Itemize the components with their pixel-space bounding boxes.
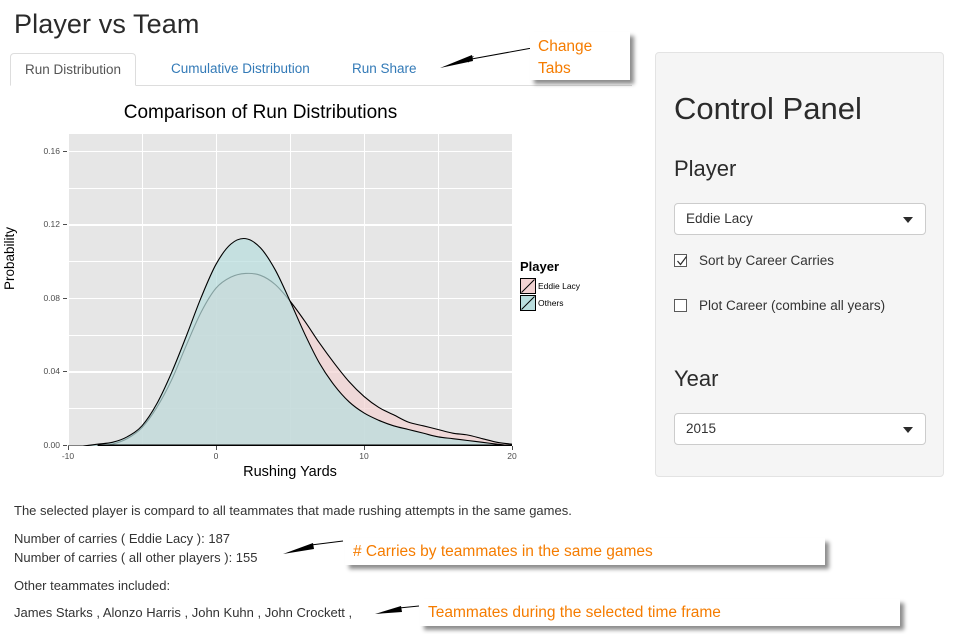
- annotation-arrow-icon: [440, 48, 533, 68]
- year-select-value: 2015: [686, 421, 717, 436]
- annotation-arrow-icon: [375, 605, 420, 614]
- run-distribution-chart: Comparison of Run Distributions 0.00 0.0…: [2, 96, 640, 491]
- y-axis-title: Probability: [2, 226, 17, 290]
- x-tick-label: -10: [61, 451, 75, 461]
- sort-by-career-carries-label: Sort by Career Carries: [699, 253, 835, 268]
- legend-item: Others: [520, 294, 638, 311]
- plot-career-label: Plot Career (combine all years): [699, 298, 886, 313]
- legend-title: Player: [520, 259, 560, 274]
- density-area-others: [68, 238, 512, 446]
- legend-item: Eddie Lacy: [520, 277, 638, 294]
- annotation-change-tabs: Change Tabs: [530, 32, 630, 80]
- page-title: Player vs Team: [14, 9, 200, 39]
- x-tick-label: 10: [359, 451, 369, 461]
- sort-by-career-carries-checkbox[interactable]: [674, 254, 687, 267]
- year-select[interactable]: 2015: [674, 413, 926, 445]
- sort-by-career-carries-row[interactable]: Sort by Career Carries: [674, 253, 834, 268]
- legend-swatch-others: [520, 294, 536, 311]
- y-tick-label: 0.04: [43, 366, 60, 377]
- chart-plot-panel: [68, 134, 514, 446]
- x-tick-label: 0: [213, 451, 219, 461]
- other-teammates-label: Other teammates included:: [14, 578, 171, 593]
- control-panel-title: Control Panel: [674, 91, 862, 126]
- year-label: Year: [674, 366, 719, 391]
- player-label: Player: [674, 156, 737, 181]
- tab-run-share[interactable]: Run Share: [338, 53, 431, 86]
- description-text: The selected player is compard to all te…: [14, 503, 572, 518]
- legend-swatch-eddie-lacy: [520, 277, 536, 294]
- player-select-value: Eddie Lacy: [686, 211, 753, 226]
- x-axis-title: Rushing Yards: [243, 464, 337, 480]
- carries-others-text: Number of carries ( all other players ):…: [14, 550, 258, 565]
- chart-legend: Player Eddie Lacy Others: [520, 259, 638, 311]
- teammates-list-text: James Starks , Alonzo Harris , John Kuhn…: [14, 605, 353, 620]
- annotation-teammates: Teammates during the selected time frame: [420, 599, 900, 626]
- density-curves: [68, 237, 512, 446]
- y-tick-label: 0.16: [43, 146, 60, 156]
- chevron-down-icon: [903, 217, 913, 223]
- tab-run-distribution[interactable]: Run Distribution: [10, 53, 137, 86]
- y-tick-label: 0.08: [43, 292, 60, 303]
- legend-label: Eddie Lacy: [538, 280, 581, 291]
- y-tick-label: 0.12: [43, 219, 60, 230]
- annotation-carries: # Carries by teammates in the same games: [345, 538, 825, 565]
- plot-career-row[interactable]: Plot Career (combine all years): [674, 298, 885, 313]
- tab-cumulative-distribution[interactable]: Cumulative Distribution: [157, 53, 324, 86]
- chart-title: Comparison of Run Distributions: [123, 102, 398, 123]
- chevron-down-icon: [903, 427, 913, 433]
- player-select[interactable]: Eddie Lacy: [674, 203, 926, 235]
- y-tick-label: 0.00: [43, 439, 60, 450]
- carries-player-text: Number of carries ( Eddie Lacy ): 187: [14, 531, 231, 546]
- annotation-arrow-icon: [283, 540, 344, 554]
- plot-career-checkbox[interactable]: [674, 299, 687, 312]
- x-tick-label: 20: [507, 451, 517, 461]
- legend-label: Others: [538, 297, 564, 308]
- control-panel: Control Panel Player Eddie Lacy Sort by …: [655, 52, 944, 477]
